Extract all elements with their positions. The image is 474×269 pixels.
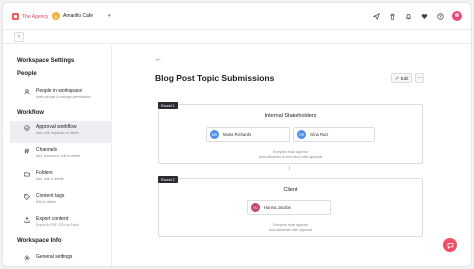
sidebar-item-label: General settings [36,254,73,260]
collapse-back-button[interactable]: ‹ [14,32,24,42]
heart-icon[interactable] [420,12,428,20]
pencil-icon [395,76,399,80]
sidebar-item-desc: Add, reconnect, edit or delete [36,154,81,158]
round-badge: Round 1 [158,102,178,109]
sidebar-item-label: Channels [36,147,58,153]
sidebar-item-people[interactable]: People in workspace Invite people & mana… [10,85,111,107]
more-options-button[interactable]: ··· [415,73,424,83]
arrow-left-icon[interactable]: ← [155,56,162,63]
reviewer-name: Hanna Jacobs [264,205,291,210]
edit-button-label: Edit [400,75,409,81]
sidebar-item-folders[interactable]: Folders Add, edit or delete [10,167,111,189]
bell-icon[interactable] [404,12,412,20]
avatar: HJ [251,203,260,212]
round-note-advance: Auto-advances to next round after approv… [258,154,323,159]
sidebar-item-label: Approval workflow [36,124,77,130]
reviewer-card[interactable]: GR Gina Ruiz [293,127,375,142]
app-window: The Agency A Amarillo Cafe ▾ ‹ Workspace… [3,3,471,266]
reviewer-card[interactable]: HJ Hanna Jacobs [247,200,331,215]
workspace-name: Amarillo Cafe [63,13,94,19]
user-avatar[interactable] [452,11,462,21]
brand-logo-icon [12,13,19,20]
sidebar-item-label: Folders [36,170,53,176]
workspace-switcher[interactable]: A Amarillo Cafe ▾ [52,12,111,20]
trash-icon[interactable] [388,12,396,20]
round-badge: Round 2 [158,176,178,183]
brand[interactable]: The Agency [12,13,48,20]
gear-icon [24,255,30,261]
folder-icon [24,171,30,177]
top-icons [372,11,462,21]
person-icon [24,89,30,95]
page-title: Blog Post Topic Submissions [155,73,275,83]
more-icon: ··· [417,75,422,81]
round-note-advance: Auto-advances after approval [268,227,313,232]
send-icon[interactable] [372,12,380,20]
sidebar-item-desc: Add, edit or delete [36,177,64,181]
reviewer-name: Maria Richards [223,132,252,137]
help-icon[interactable] [436,12,444,20]
reviewer-name: Gina Ruiz [310,132,329,137]
main-content: ← Blog Post Topic Submissions Edit ··· R… [113,45,471,266]
sidebar-item-label: Export content [36,216,69,222]
edit-button[interactable]: Edit [391,73,412,83]
round-title: Internal Stakeholders [264,113,317,119]
round-card: Round 2 Client HJ Hanna Jacobs Everyone … [158,176,423,237]
section-workflow: Workflow [17,110,44,116]
top-bar: The Agency A Amarillo Cafe ▾ [3,3,471,30]
settings-sidebar: Workspace Settings People People in work… [3,45,112,266]
chat-button[interactable] [443,238,457,252]
workspace-avatar: A [52,12,60,20]
sub-bar: ‹ [3,30,471,44]
sidebar-item-label: People in workspace [36,88,83,94]
avatar: GR [297,130,306,139]
chat-icon [447,242,453,249]
sidebar-item-channels[interactable]: Channels Add, reconnect, edit or delete [10,144,111,166]
sidebar-item-export-content[interactable]: Export content Export in PDF, CSV or Exc… [10,213,111,235]
avatar: MR [210,130,219,139]
chevron-left-icon: ‹ [18,34,20,40]
hash-icon [24,148,30,154]
sidebar-item-desc: Invite people & manage permissions [36,95,91,99]
chevron-down-icon: ▾ [108,13,111,19]
section-people: People [17,71,37,77]
section-workspace-info: Workspace Info [17,238,62,244]
sidebar-item-desc: Edit or delete [36,200,56,204]
round-connector [289,166,290,170]
sidebar-item-general-settings[interactable]: General settings [10,251,111,266]
round-title: Client [283,187,298,193]
approval-icon [24,125,30,131]
sidebar-title: Workspace Settings [17,58,75,64]
sidebar-item-content-tags[interactable]: Content tags Edit or delete [10,190,111,212]
export-icon [24,217,30,223]
round-card: Round 1 Internal Stakeholders MR Maria R… [158,102,423,164]
sidebar-item-desc: Add, edit, duplicate or delete [36,131,79,135]
tag-icon [24,194,30,200]
brand-name: The Agency [22,13,49,20]
reviewer-card[interactable]: MR Maria Richards [206,127,290,142]
sidebar-item-desc: Export in PDF, CSV or Excel [36,223,79,227]
sidebar-item-approval-workflow[interactable]: Approval workflow Add, edit, duplicate o… [10,121,111,143]
sidebar-item-label: Content tags [36,193,65,199]
